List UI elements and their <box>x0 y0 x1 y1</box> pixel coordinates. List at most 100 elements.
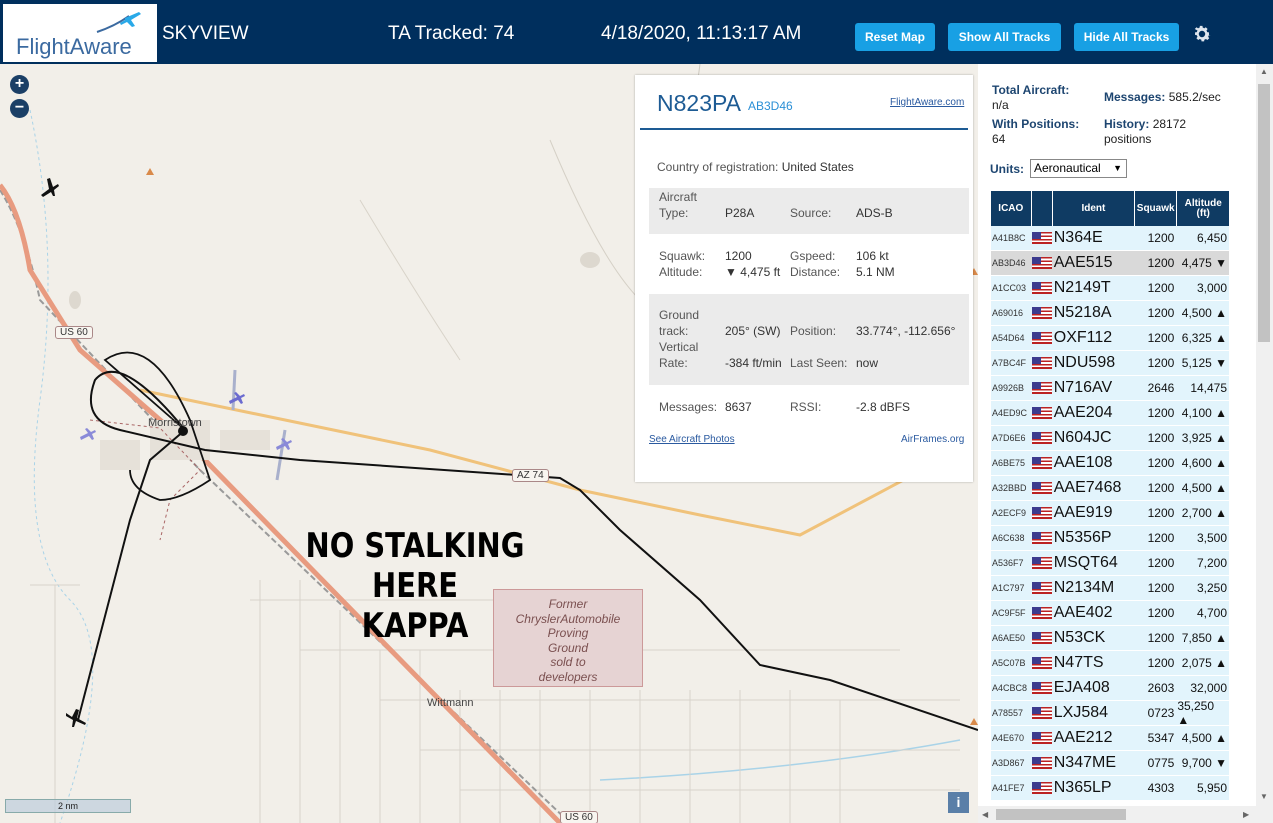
row-altitude: 4,500 ▲ <box>1177 726 1230 751</box>
table-header: ICAO Ident Squawk Altitude (ft) <box>991 191 1229 226</box>
col-icao[interactable]: ICAO <box>991 191 1032 226</box>
horizontal-scrollbar[interactable]: ◀ ▶ <box>978 806 1273 823</box>
airplane-logo-icon <box>96 12 141 33</box>
row-flag <box>1031 276 1053 301</box>
show-all-tracks-button[interactable]: Show All Tracks <box>948 23 1061 51</box>
table-row[interactable]: A7D6E6 N604JC 1200 3,925 ▲ <box>991 426 1230 451</box>
scroll-thumb[interactable] <box>1258 84 1270 342</box>
row-squawk: 5347 <box>1134 726 1178 751</box>
hide-all-tracks-button[interactable]: Hide All Tracks <box>1074 23 1179 51</box>
col-altitude[interactable]: Altitude (ft) <box>1177 191 1229 226</box>
overlay-text-line2: KAPPA <box>361 606 469 646</box>
table-row[interactable]: A1C797 N2134M 1200 3,250 <box>991 576 1230 601</box>
selected-aircraft-icon[interactable] <box>64 705 90 729</box>
units-label: Units: <box>990 162 1024 176</box>
table-row[interactable]: A1CC03 N2149T 1200 3,000 <box>991 276 1230 301</box>
row-ident: N347ME <box>1052 751 1135 776</box>
section-aircraft: Aircraft Type: P28A Source: ADS-B <box>649 188 969 234</box>
row-ident: N5218A <box>1052 301 1135 326</box>
table-row[interactable]: A6AE50 N53CK 1200 7,850 ▲ <box>991 626 1230 651</box>
table-row[interactable]: A2ECF9 AAE919 1200 2,700 ▲ <box>991 501 1230 526</box>
row-squawk: 1200 <box>1134 651 1178 676</box>
datetime: 4/18/2020, 11:13:17 AM <box>601 23 802 44</box>
us-flag-icon <box>1031 507 1052 519</box>
row-altitude: 3,000 <box>1177 276 1230 301</box>
country-of-registration: Country of registration: United States <box>657 160 854 174</box>
row-ident: AAE402 <box>1052 601 1135 626</box>
table-row[interactable]: A4ED9C AAE204 1200 4,100 ▲ <box>991 401 1230 426</box>
table-row[interactable]: AB3D46 AAE515 1200 4,475 ▼ <box>991 251 1230 276</box>
info-button[interactable]: i <box>948 792 969 813</box>
us-flag-icon <box>1031 732 1052 744</box>
row-squawk: 1200 <box>1134 551 1178 576</box>
table-row[interactable]: AC9F5F AAE402 1200 4,700 <box>991 601 1230 626</box>
us-flag-icon <box>1031 257 1052 269</box>
table-row[interactable]: A6C638 N5356P 1200 3,500 <box>991 526 1230 551</box>
row-icao: A9926B <box>991 376 1032 401</box>
table-row[interactable]: A3D867 N347ME 0775 9,700 ▼ <box>991 751 1230 776</box>
table-row[interactable]: A32BBD AAE7468 1200 4,500 ▲ <box>991 476 1230 501</box>
aircraft-photos-link[interactable]: See Aircraft Photos <box>649 434 735 445</box>
row-flag <box>1031 751 1053 776</box>
zoom-in-button[interactable]: + <box>10 75 29 94</box>
table-row[interactable]: A7BC4F NDU598 1200 5,125 ▼ <box>991 351 1230 376</box>
aircraft-table: ICAO Ident Squawk Altitude (ft) A41B8C N36… <box>991 191 1230 801</box>
table-row[interactable]: A4E670 AAE212 5347 4,500 ▲ <box>991 726 1230 751</box>
table-row[interactable]: A6BE75 AAE108 1200 4,600 ▲ <box>991 451 1230 476</box>
table-row[interactable]: A5C07B N47TS 1200 2,075 ▲ <box>991 651 1230 676</box>
section-position: Ground track: 205° (SW) Position: 33.774… <box>649 294 969 385</box>
row-ident: LXJ584 <box>1052 701 1135 726</box>
table-row[interactable]: A78557 LXJ584 0723 35,250 ▲ <box>991 699 1230 727</box>
row-ident: N5356P <box>1052 526 1135 551</box>
airframes-link[interactable]: AirFrames.org <box>901 434 964 445</box>
us-flag-icon <box>1031 382 1052 394</box>
card-divider <box>640 128 968 130</box>
row-icao: A41B8C <box>991 226 1032 251</box>
col-flag[interactable] <box>1031 191 1053 226</box>
row-squawk: 1200 <box>1134 326 1178 351</box>
table-row[interactable]: A69016 N5218A 1200 4,500 ▲ <box>991 301 1230 326</box>
table-row[interactable]: A41FE7 N365LP 4303 5,950 <box>991 776 1230 801</box>
table-row[interactable]: A536F7 MSQT64 1200 7,200 <box>991 551 1230 576</box>
row-flag <box>1031 401 1053 426</box>
col-squawk[interactable]: Squawk <box>1134 191 1178 226</box>
us-flag-icon <box>1031 757 1052 769</box>
source: ADS-B <box>856 206 893 220</box>
row-icao: A536F7 <box>991 551 1032 576</box>
selected-icao: AB3D46 <box>748 99 793 113</box>
table-row[interactable]: A9926B N716AV 2646 14,475 <box>991 376 1230 401</box>
row-ident: AAE7468 <box>1052 476 1135 501</box>
row-flag <box>1031 601 1053 626</box>
scroll-thumb-horizontal[interactable] <box>996 809 1126 820</box>
reset-map-button[interactable]: Reset Map <box>855 23 935 51</box>
gear-icon[interactable] <box>1191 23 1213 45</box>
table-row[interactable]: A54D64 OXF112 1200 6,325 ▲ <box>991 326 1230 351</box>
us-flag-icon <box>1031 357 1052 369</box>
us-flag-icon <box>1031 607 1052 619</box>
row-ident: AAE212 <box>1052 726 1135 751</box>
zoom-out-button[interactable]: − <box>10 99 29 118</box>
row-squawk: 0723 <box>1134 701 1178 726</box>
row-altitude: 2,075 ▲ <box>1177 651 1230 676</box>
units-select[interactable]: Aeronautical ▼ <box>1030 159 1127 178</box>
col-ident[interactable]: Ident <box>1052 191 1135 226</box>
row-flag <box>1031 226 1053 251</box>
us-flag-icon <box>1031 332 1052 344</box>
flightaware-link[interactable]: FlightAware.com <box>890 97 964 108</box>
vertical-scrollbar[interactable]: ▲ ▼ <box>1256 64 1273 806</box>
row-altitude: 6,325 ▲ <box>1177 326 1230 351</box>
overlay-text-line1: NO STALKING HERE <box>305 526 525 606</box>
flightaware-logo[interactable]: FlightAware <box>3 4 157 62</box>
az74-shield: AZ 74 <box>512 469 549 482</box>
row-flag <box>1031 376 1053 401</box>
aircraft-icon[interactable] <box>37 175 61 199</box>
overlay-text: NO STALKING HERE KAPPA <box>258 526 573 646</box>
position: 33.774°, -112.656° <box>856 324 956 338</box>
table-row[interactable]: A4CBC8 EJA408 2603 32,000 <box>991 676 1230 701</box>
row-ident: EJA408 <box>1052 676 1135 701</box>
table-row[interactable]: A41B8C N364E 1200 6,450 <box>991 226 1230 251</box>
row-icao: A4ED9C <box>991 401 1032 426</box>
row-squawk: 1200 <box>1134 601 1178 626</box>
side-panel: Total Aircraft: n/a Messages: 585.2/sec W… <box>978 64 1273 823</box>
distance: 5.1 NM <box>856 265 895 279</box>
